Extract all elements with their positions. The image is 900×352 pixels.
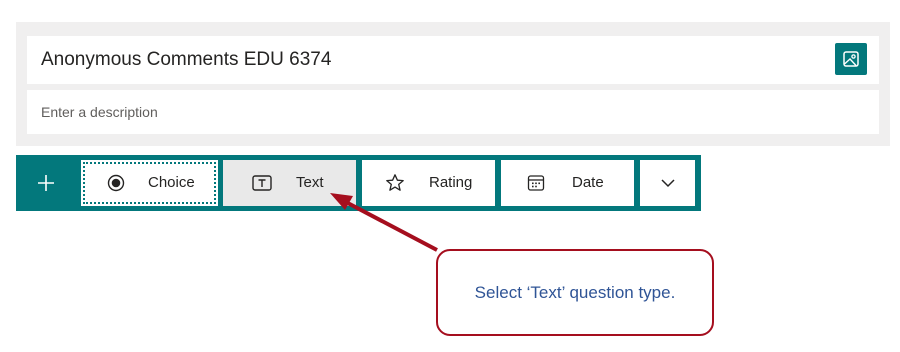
form-title[interactable]: Anonymous Comments EDU 6374: [41, 49, 331, 71]
text-label: Text: [296, 174, 324, 191]
text-question-button[interactable]: Text: [223, 160, 356, 206]
chevron-down-icon: [660, 179, 675, 188]
text-box-icon: [252, 173, 272, 193]
insert-image-button[interactable]: [835, 43, 867, 75]
add-question-button[interactable]: [16, 155, 76, 211]
rating-question-button[interactable]: Rating: [362, 160, 495, 206]
form-title-field[interactable]: Anonymous Comments EDU 6374: [27, 36, 879, 84]
choice-question-button[interactable]: Choice: [81, 160, 218, 206]
choice-label: Choice: [148, 174, 195, 191]
date-question-button[interactable]: Date: [501, 160, 634, 206]
rating-label: Rating: [429, 174, 473, 191]
image-icon: [843, 51, 859, 67]
description-placeholder[interactable]: Enter a description: [41, 104, 158, 120]
plus-icon: [38, 175, 54, 191]
date-label: Date: [572, 174, 604, 191]
more-question-types-button[interactable]: [640, 160, 695, 206]
question-type-toolbar: Choice Text Rating Date: [16, 155, 701, 211]
form-description-field[interactable]: Enter a description: [27, 90, 879, 134]
instruction-callout: Select ‘Text’ question type.: [436, 249, 714, 336]
radio-icon: [106, 173, 126, 193]
callout-text: Select ‘Text’ question type.: [474, 282, 676, 302]
star-icon: [385, 173, 405, 193]
form-header: Anonymous Comments EDU 6374 Enter a desc…: [16, 22, 890, 146]
calendar-icon: [526, 173, 546, 193]
